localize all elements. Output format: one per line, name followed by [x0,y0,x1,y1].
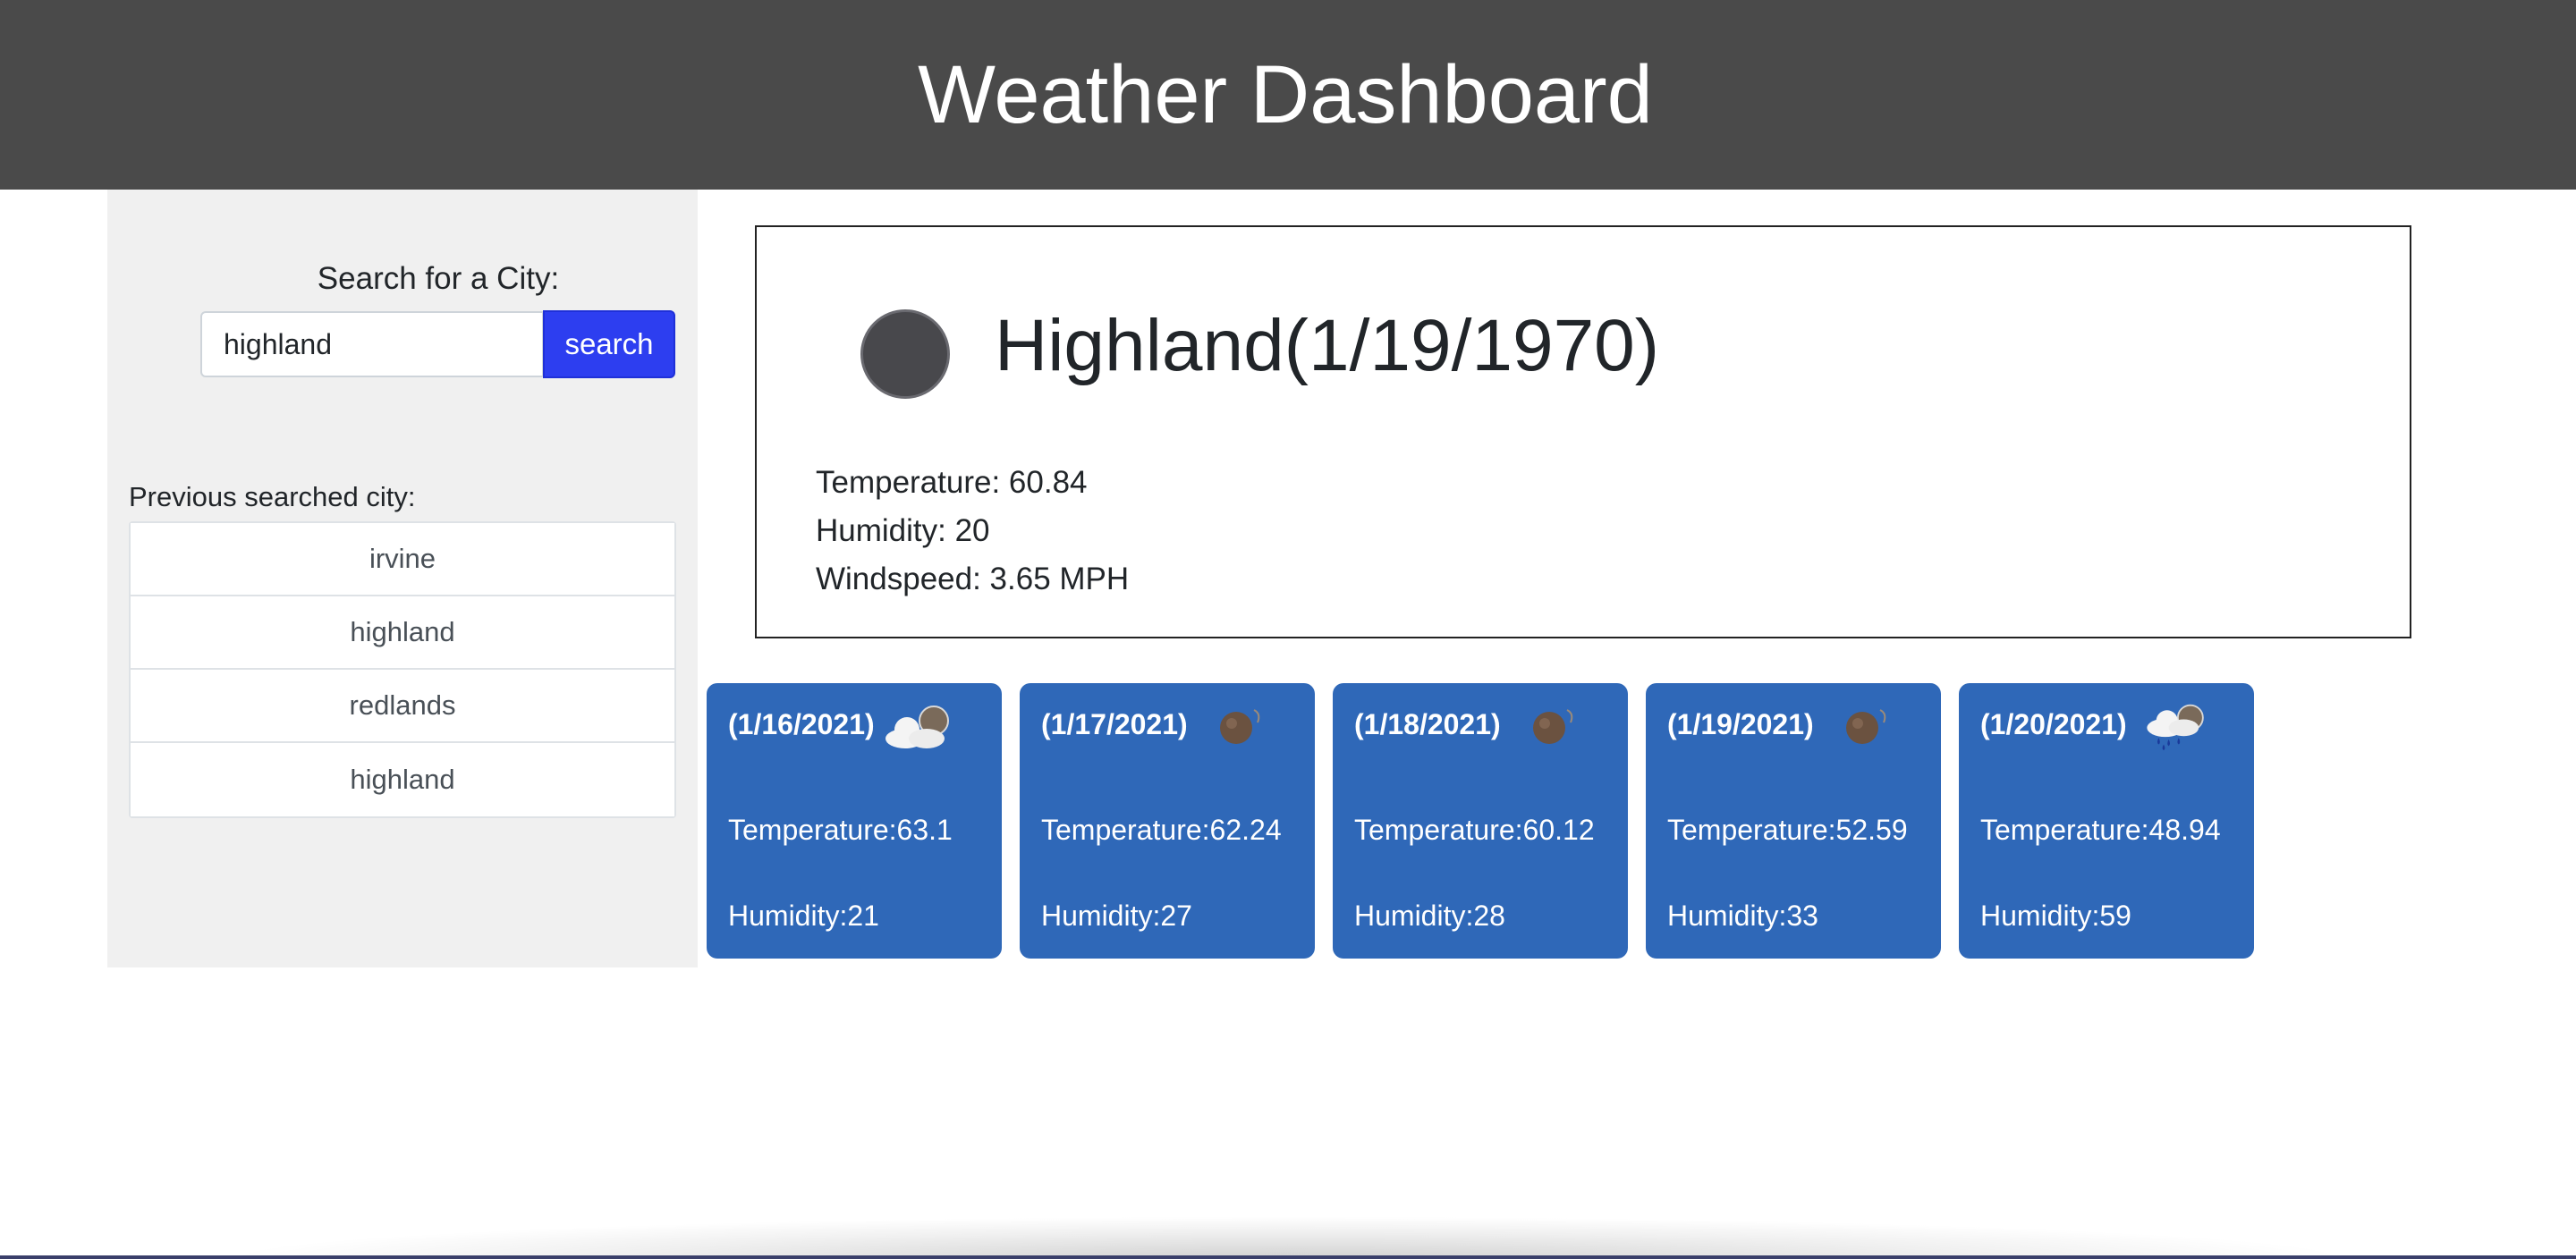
current-temperature: Temperature: 60.84 [816,465,1088,500]
forecast-temperature: Temperature:52.59 [1667,814,1908,846]
city-search-input[interactable] [200,311,544,377]
forecast-date: (1/20/2021) [1980,708,2127,740]
forecast-card: (1/17/2021) Temperature:62.24 Humidity:2… [1020,683,1315,959]
page-title: Weather Dashboard [918,48,1653,140]
clear-night-icon [1533,709,1573,744]
forecast-date: (1/18/2021) [1354,708,1501,740]
forecast-card: (1/16/2021) Temperature:63.1 Humidity:21 [707,683,1002,959]
forecast-date: (1/19/2021) [1667,708,1814,740]
clear-night-icon [1846,709,1886,744]
history-item[interactable]: redlands [131,670,674,743]
search-button[interactable]: search [543,310,675,378]
search-label: Search for a City: [317,261,560,296]
forecast-temperature: Temperature:63.1 [728,814,953,846]
bottom-edge [0,1255,2576,1259]
cloudy-icon [886,706,949,748]
forecast-temperature: Temperature:48.94 [1980,814,2221,846]
forecast-card: (1/19/2021) Temperature:52.59 Humidity:3… [1646,683,1941,959]
forecast-card: (1/18/2021) Temperature:60.12 Humidity:2… [1333,683,1628,959]
forecast-humidity: Humidity:28 [1354,900,1505,932]
current-humidity: Humidity: 20 [816,513,990,548]
forecast-temperature: Temperature:62.24 [1041,814,1282,846]
forecast-temperature: Temperature:60.12 [1354,814,1595,846]
forecast-date: (1/16/2021) [728,708,875,740]
forecast-humidity: Humidity:27 [1041,900,1192,932]
current-city-title: Highland(1/19/1970) [995,305,1660,386]
forecast-card: (1/20/2021) Temperature:48.94 Humidity:5… [1959,683,2254,959]
forecast-humidity: Humidity:21 [728,900,879,932]
forecast-date: (1/17/2021) [1041,708,1188,740]
bottom-shadow [215,1216,2361,1259]
forecast-humidity: Humidity:33 [1667,900,1818,932]
rain-icon [2147,704,2204,751]
history-label: Previous searched city: [129,481,416,512]
clear-night-icon [1220,709,1260,744]
history-item[interactable]: highland [131,743,674,816]
weather-icon [860,309,950,399]
current-windspeed: Windspeed: 3.65 MPH [816,562,1130,596]
history-item[interactable]: irvine [131,523,674,596]
forecast-humidity: Humidity:59 [1980,900,2131,932]
current-weather-card: Highland(1/19/1970) Temperature: 60.84 H… [755,225,2411,638]
history-item[interactable]: highland [131,596,674,670]
search-history-list: irvine highland redlands highland [129,521,676,818]
page-header: Weather Dashboard [0,0,2576,190]
